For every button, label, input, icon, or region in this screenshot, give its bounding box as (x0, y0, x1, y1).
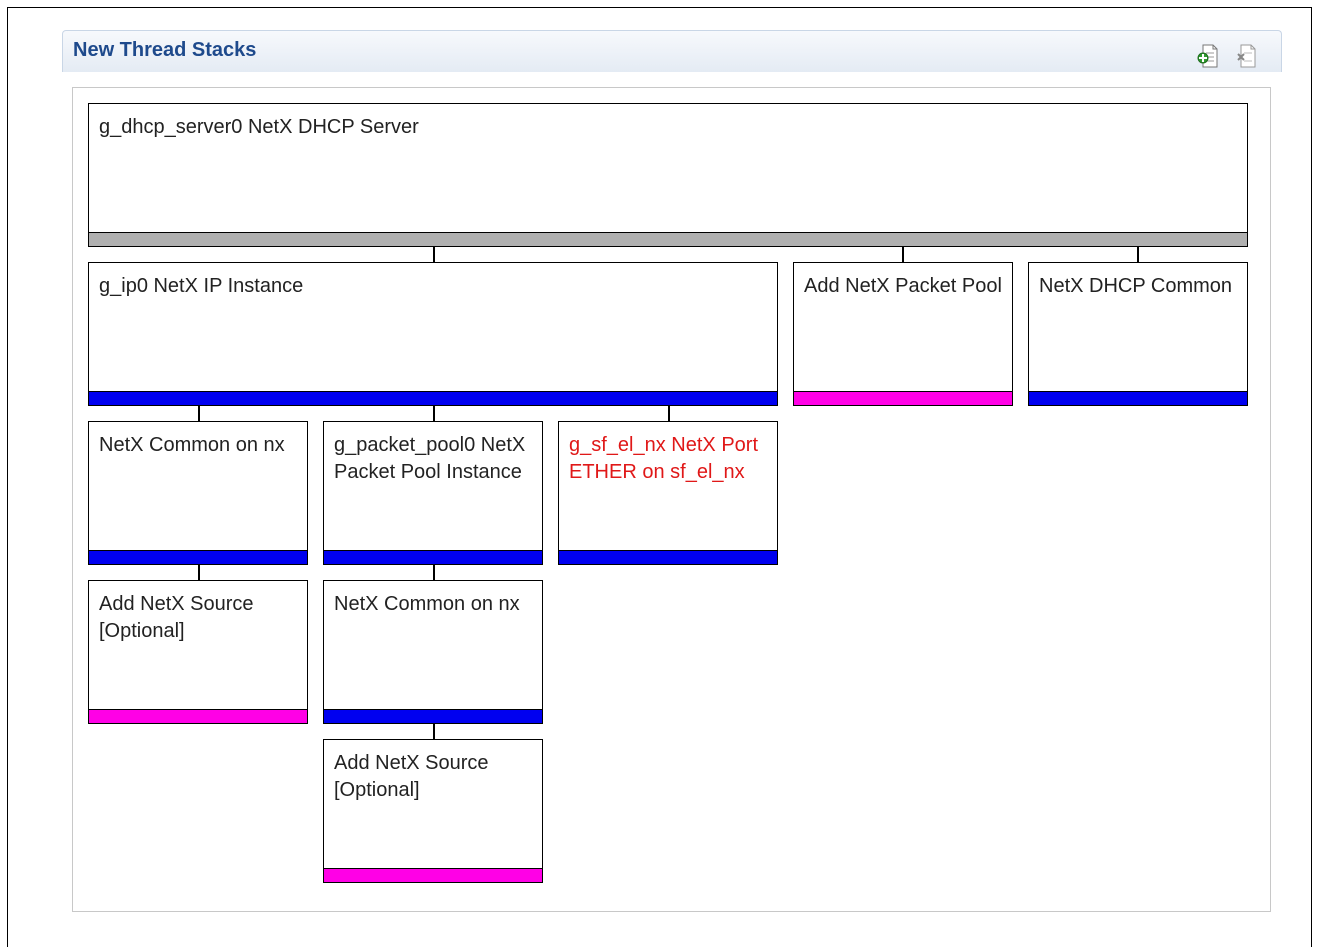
module-netx-common[interactable]: NetX Common on nx (88, 421, 308, 565)
module-add-packet-pool[interactable]: Add NetX Packet Pool (793, 262, 1013, 406)
module-label: NetX Common on nx (99, 434, 285, 456)
module-netx-common[interactable]: NetX Common on nx (323, 580, 543, 724)
module-label: g_ip0 NetX IP Instance (99, 275, 304, 297)
module-packet-pool-instance[interactable]: g_packet_pool0 NetX Packet Pool Instance (323, 421, 543, 565)
module-add-netx-source[interactable]: Add NetX Source [Optional] (323, 739, 543, 883)
module-status-bar (1029, 391, 1247, 405)
module-label: Add NetX Source [Optional] (99, 593, 254, 642)
remove-stack-icon[interactable] (1235, 43, 1256, 68)
module-status-bar (324, 709, 542, 723)
module-label: g_dhcp_server0 NetX DHCP Server (99, 116, 419, 138)
panel-title: New Thread Stacks (73, 39, 257, 61)
module-status-bar (324, 550, 542, 564)
module-label: Add NetX Source [Optional] (334, 752, 489, 801)
module-label: NetX Common on nx (334, 593, 520, 615)
module-status-bar (89, 709, 307, 723)
module-label: NetX DHCP Common (1039, 275, 1233, 297)
module-status-bar (89, 391, 777, 405)
module-status-bar (89, 550, 307, 564)
module-status-bar (794, 391, 1012, 405)
module-ip-instance[interactable]: g_ip0 NetX IP Instance (88, 262, 778, 406)
panel-header: New Thread Stacks (62, 30, 1282, 72)
module-port-ether[interactable]: g_sf_el_nx NetX Port ETHER on sf_el_nx (558, 421, 778, 565)
module-dhcp-common[interactable]: NetX DHCP Common (1028, 262, 1248, 406)
module-label: g_packet_pool0 NetX Packet Pool Instance (334, 434, 526, 483)
module-status-bar (89, 232, 1247, 246)
module-label: g_sf_el_nx NetX Port ETHER on sf_el_nx (569, 434, 758, 483)
module-status-bar (559, 550, 777, 564)
module-add-netx-source[interactable]: Add NetX Source [Optional] (88, 580, 308, 724)
module-dhcp-server[interactable]: g_dhcp_server0 NetX DHCP Server (88, 103, 1248, 247)
add-stack-icon[interactable] (1197, 43, 1218, 68)
module-label: Add NetX Packet Pool (804, 275, 1002, 297)
module-status-bar (324, 868, 542, 882)
